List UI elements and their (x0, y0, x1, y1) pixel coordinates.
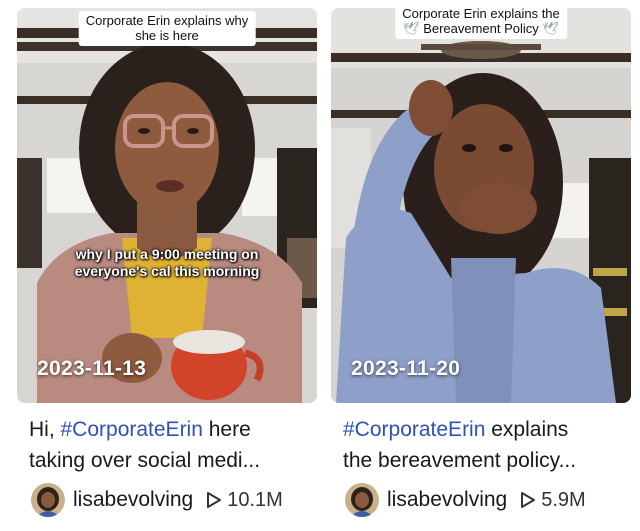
avatar-image (31, 483, 65, 517)
video-thumbnail-1[interactable]: Corporate Erin explains why she is here … (17, 8, 317, 403)
video-description[interactable]: Hi, #CorporateErin here taking over soci… (29, 414, 312, 476)
view-count: 5.9M (541, 488, 586, 511)
username-link[interactable]: lisabevolving (387, 488, 507, 512)
description-line-1: #CorporateErin explains (343, 414, 626, 445)
video-thumbnail-image (17, 8, 317, 403)
banner-line-2: 🕊 Bereavement Policy 🕊 (402, 21, 560, 36)
play-icon (521, 492, 536, 508)
view-count: 10.1M (227, 488, 283, 511)
banner-line-2: she is here (135, 28, 199, 43)
hashtag-link[interactable]: #CorporateErin (61, 418, 203, 441)
video-thumbnail-image (331, 8, 631, 403)
video-title-banner: Corporate Erin explains why she is here (78, 11, 256, 46)
avatar-image (345, 483, 379, 517)
video-title-banner: Corporate Erin explains the 🕊 Bereavemen… (395, 8, 567, 39)
video-caption-overlay: why I put a 9:00 meeting on everyone's c… (17, 246, 317, 280)
avatar[interactable] (345, 483, 379, 517)
caption-line-2: everyone's cal this morning (74, 263, 260, 279)
video-description[interactable]: #CorporateErin explains the bereavement … (343, 414, 626, 476)
banner-line-1: Corporate Erin explains why (85, 13, 249, 28)
banner-line-1: Corporate Erin explains the (402, 8, 560, 21)
description-text: here (202, 418, 251, 441)
caption-line-1: why I put a 9:00 meeting on (75, 246, 259, 262)
video-date: 2023-11-20 (351, 357, 461, 380)
banner-text: Bereavement Policy (423, 21, 539, 36)
video-meta: lisabevolving 5.9M (345, 482, 586, 518)
video-meta: lisabevolving 10.1M (31, 482, 283, 518)
description-line-1: Hi, #CorporateErin here (29, 414, 312, 445)
video-card-1[interactable]: Corporate Erin explains why she is here … (17, 0, 317, 531)
play-icon (207, 492, 222, 508)
description-prefix: Hi, (29, 418, 61, 441)
dove-icon: 🕊 (542, 21, 559, 36)
description-line-2: the bereavement policy... (343, 449, 577, 472)
description-text: explains (485, 418, 569, 441)
description-line-2: taking over social medi... (29, 449, 261, 472)
hashtag-link[interactable]: #CorporateErin (343, 418, 485, 441)
username-link[interactable]: lisabevolving (73, 488, 193, 512)
avatar[interactable] (31, 483, 65, 517)
video-card-2[interactable]: Corporate Erin explains the 🕊 Bereavemen… (331, 0, 631, 531)
video-thumbnail-2[interactable]: Corporate Erin explains the 🕊 Bereavemen… (331, 8, 631, 403)
video-date: 2023-11-13 (37, 357, 147, 380)
dove-icon: 🕊 (403, 21, 420, 36)
